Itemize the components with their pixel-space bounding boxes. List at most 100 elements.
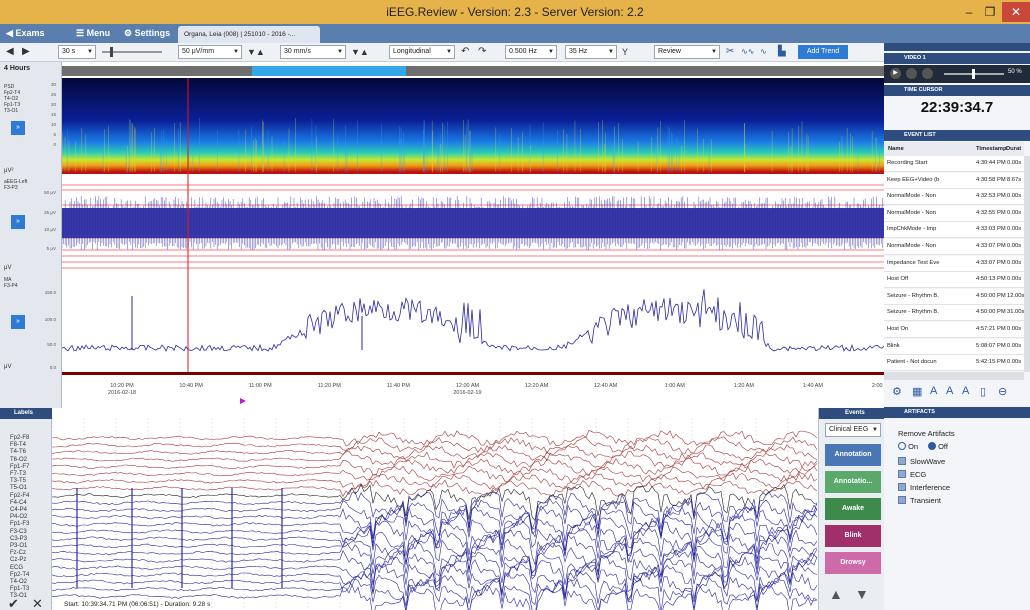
gear-icon[interactable]: ⚙: [892, 385, 902, 398]
event-list-row[interactable]: Keep EEG+Video (b 4:30:58 PM 8.67s: [884, 172, 1024, 189]
ma-tick-label: 150.0: [44, 290, 56, 295]
time-cursor-section-header[interactable]: TIME CURSOR: [884, 85, 1030, 96]
event-button[interactable]: Awake: [825, 498, 881, 520]
artifact-checkbox[interactable]: ECG: [898, 470, 926, 479]
chevron-down-icon: ▼: [548, 49, 554, 55]
playhead-marker-icon[interactable]: [240, 398, 246, 404]
event-button[interactable]: Drowsy: [825, 552, 881, 574]
notch-filter-icon[interactable]: Y: [622, 45, 628, 59]
artifact-checkbox[interactable]: Interference: [898, 483, 950, 492]
psd-expand-button[interactable]: »: [11, 121, 25, 135]
timebase-up-down-icon[interactable]: ▼▲: [351, 45, 369, 59]
maximize-button[interactable]: ❐: [980, 2, 1000, 22]
low-cut-filter-select[interactable]: 0.500 Hz ▼: [505, 45, 557, 59]
next-page-icon[interactable]: ▶: [22, 45, 30, 59]
tab-patient-document[interactable]: Organa, Leia (008) | 251010 - 2016 -...: [178, 26, 320, 43]
event-timestamp: 4:30:44 PM: [976, 160, 1006, 166]
event-list-row[interactable]: Patient - Not docun 5:42:15 PM 0.00s: [884, 355, 1024, 372]
ma-expand-button[interactable]: »: [11, 315, 25, 329]
event-list-row[interactable]: ImpChkMode - Imp 4:33:03 PM 0.00s: [884, 222, 1024, 239]
eeg-trace: [52, 483, 818, 522]
event-duration: 0.00s: [1007, 359, 1022, 366]
waveform-icon[interactable]: ∿∿: [741, 45, 754, 59]
event-list-row[interactable]: NormalMode - Non 4:32:53 PM 0.00s: [884, 189, 1024, 206]
calendar-icon[interactable]: ▦: [912, 385, 922, 398]
event-button[interactable]: Annotatio...: [825, 471, 881, 493]
event-category-select[interactable]: Clinical EEG ▼: [825, 423, 881, 437]
menu-button[interactable]: ☰ Menu: [76, 26, 110, 41]
close-button[interactable]: ✕: [1002, 2, 1030, 22]
chart-icon[interactable]: ▙: [778, 45, 786, 59]
add-trend-button[interactable]: Add Trend: [798, 45, 848, 59]
trend-labels-column: 4 Hours PSD Fp2-T4 T4-O2 Fp1-T3 T3-O1 » …: [0, 62, 62, 408]
font-size-icon[interactable]: A: [946, 385, 953, 397]
timebase-select[interactable]: 30 mm/s ▼: [280, 45, 346, 59]
sensitivity-select[interactable]: 50 μV/mm ▼: [178, 45, 242, 59]
confirm-icon[interactable]: ✔: [8, 596, 19, 610]
scroll-up-icon[interactable]: ▲: [829, 586, 843, 602]
column-timestamp: Timestamp: [976, 146, 1007, 152]
event-list-scrollbar[interactable]: [1024, 156, 1030, 372]
play-icon[interactable]: ▶: [890, 68, 901, 79]
time-range-bar[interactable]: [62, 66, 884, 76]
event-list-hscrollbar[interactable]: [884, 372, 1024, 380]
volume-icon[interactable]: [922, 68, 933, 79]
event-list-row[interactable]: Blink 5:08:07 PM 0.00s: [884, 338, 1024, 355]
eeg-trace: [52, 498, 818, 540]
previous-page-icon[interactable]: ◀: [6, 45, 14, 59]
scroll-down-icon[interactable]: ▼: [855, 586, 869, 602]
remove-icon[interactable]: ⊖: [998, 385, 1007, 398]
event-list-row[interactable]: Seizure - Rhythm B, 4:50:00 PM 12.00s: [884, 288, 1024, 305]
event-list-row[interactable]: Impedance Test Eve 4:33:07 PM 0.00s: [884, 255, 1024, 272]
time-tick-label: 1:00 AM: [665, 383, 686, 389]
video-speed-value: 50 %: [1008, 69, 1022, 75]
zoom-slider-handle[interactable]: [110, 47, 113, 57]
exams-button[interactable]: ◀ Exams: [6, 26, 44, 41]
spike-icon[interactable]: ∿: [760, 45, 767, 59]
font-decrease-icon[interactable]: A: [962, 385, 969, 397]
artifact-checkbox[interactable]: SlowWave: [898, 457, 945, 466]
video-speed-handle[interactable]: [972, 69, 975, 79]
font-increase-icon[interactable]: A: [930, 385, 937, 397]
event-name: NormalMode - Non: [887, 243, 936, 249]
sidebar-collapse-bar[interactable]: [884, 43, 1030, 51]
redo-icon[interactable]: ↷: [478, 45, 486, 59]
event-list-row[interactable]: NormalMode - Non 4:33:07 PM 0.00s: [884, 239, 1024, 255]
video-section-header[interactable]: VIDEO 1: [884, 53, 1030, 64]
channel-label: T3-T5: [10, 478, 27, 485]
undo-icon[interactable]: ↶: [461, 45, 469, 59]
event-name: Patient - Not docun: [887, 359, 937, 366]
event-list-row[interactable]: NormalMode - Non 4:32:55 PM 0.00s: [884, 205, 1024, 222]
cancel-icon[interactable]: ✕: [32, 596, 43, 610]
event-list-section-header[interactable]: EVENT LIST: [884, 130, 1030, 141]
aeeg-expand-button[interactable]: »: [11, 215, 25, 229]
event-list-row[interactable]: Recording Start 4:30:44 PM 0.00s: [884, 156, 1024, 172]
artifacts-on-radio[interactable]: On: [898, 442, 918, 451]
sensitivity-up-down-icon[interactable]: ▼▲: [247, 45, 265, 59]
event-timestamp: 5:08:07 PM: [976, 342, 1006, 349]
psd-tick-label: 30: [50, 82, 56, 87]
artifact-checkbox[interactable]: Transient: [898, 496, 941, 505]
event-list-row[interactable]: Seizure - Rhythm B, 4:50:00 PM 31.00s: [884, 305, 1024, 322]
artifacts-section-header[interactable]: ARTIFACTS: [884, 407, 1030, 418]
montage-select[interactable]: Longitudinal ▼: [389, 45, 455, 59]
settings-button[interactable]: ⚙ Settings: [124, 26, 170, 41]
mode-select[interactable]: Review ▼: [654, 45, 720, 59]
time-range-selection[interactable]: [252, 66, 406, 76]
eeg-traces[interactable]: [52, 408, 818, 610]
delete-icon[interactable]: ▯: [980, 385, 986, 398]
speed-select[interactable]: 30 s ▼: [58, 45, 96, 59]
event-timestamp: 5:42:15 PM: [976, 359, 1006, 366]
stop-icon[interactable]: [906, 68, 917, 79]
event-list-row[interactable]: Host Off 4:50:13 PM 0.00s: [884, 272, 1024, 289]
artifacts-off-radio[interactable]: Off: [928, 442, 948, 451]
event-button[interactable]: Annotation: [825, 444, 881, 466]
high-cut-filter-select[interactable]: 35 Hz ▼: [565, 45, 617, 59]
trend-plots[interactable]: 10:20 PM2016-02-18 10:40 PM 11:00 PM 11:20 …: [62, 78, 884, 408]
chevron-down-icon: ▼: [608, 49, 614, 55]
scissors-icon[interactable]: ✂: [726, 45, 734, 59]
minimize-button[interactable]: –: [958, 2, 980, 22]
channel-label: Fp1-F3: [10, 521, 30, 528]
event-list-row[interactable]: Host On 4:57:21 PM 0.00s: [884, 322, 1024, 338]
event-button[interactable]: Blink: [825, 525, 881, 547]
